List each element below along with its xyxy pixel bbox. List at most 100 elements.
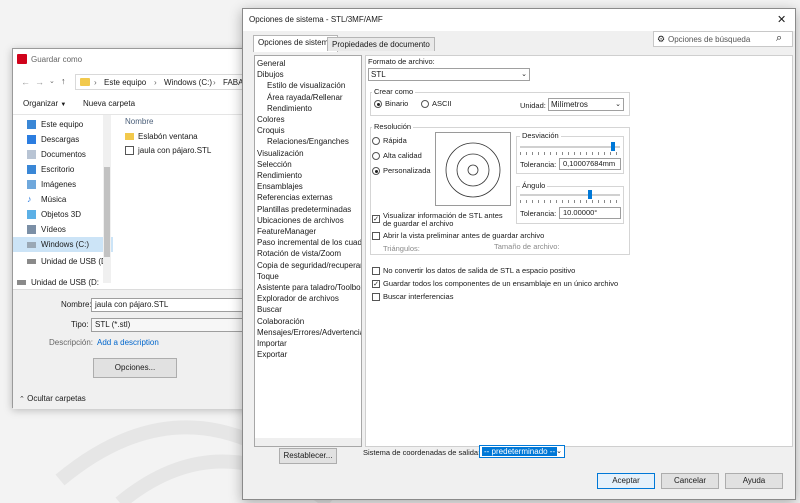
options-category-item[interactable]: Buscar xyxy=(257,304,282,315)
triangles-label: Triángulos: xyxy=(383,244,420,253)
tab-document-properties[interactable]: Propiedades de documento xyxy=(327,37,435,51)
tree-item-music[interactable]: ♪ Música xyxy=(27,192,113,207)
options-search[interactable]: ⚙ Opciones de búsqueda ⌕ xyxy=(653,31,793,47)
search-icon[interactable]: ⌕ xyxy=(776,31,782,45)
options-category-item[interactable]: FeatureManager xyxy=(257,226,316,237)
options-category-item[interactable]: Rotación de vista/Zoom xyxy=(257,248,341,259)
options-category-item[interactable]: Referencias externas xyxy=(257,192,333,203)
organize-button[interactable]: Organizar ▼ xyxy=(23,99,66,108)
system-options-dialog: Opciones de sistema - STL/3MF/AMF ✕ Opci… xyxy=(242,8,796,500)
tree-item-label: Este equipo xyxy=(41,120,84,129)
options-category-item[interactable]: Plantillas predeterminadas xyxy=(257,204,351,215)
options-category-item[interactable]: Ensamblajes xyxy=(257,181,303,192)
tree-item-windows-c[interactable]: Windows (C:) xyxy=(13,237,113,252)
hide-folders-button[interactable]: ⌃ Ocultar carpetas xyxy=(19,394,86,403)
slider-thumb[interactable] xyxy=(588,190,592,199)
resolution-custom-radio[interactable] xyxy=(372,167,380,175)
help-button[interactable]: Ayuda xyxy=(725,473,783,489)
up-arrow-icon[interactable]: ↑ xyxy=(61,76,66,86)
deviation-tolerance-input[interactable]: 0,10007684mm xyxy=(559,158,621,170)
reset-button[interactable]: Restablecer... xyxy=(279,448,337,464)
resolution-label: Resolución xyxy=(372,122,414,132)
organize-label: Organizar xyxy=(23,99,59,108)
options-category-item[interactable]: Dibujos xyxy=(257,69,284,80)
show-stl-info-checkbox[interactable]: ✓ xyxy=(372,215,380,223)
chevron-down-icon: ⌄ xyxy=(615,101,621,108)
tree-item-downloads[interactable]: Descargas xyxy=(27,132,113,147)
new-folder-button[interactable]: Nueva carpeta xyxy=(83,99,135,108)
options-category-item[interactable]: Relaciones/Enganches xyxy=(267,136,349,147)
options-category-item[interactable]: Selección xyxy=(257,159,292,170)
resolution-fast-radio[interactable] xyxy=(372,137,380,145)
tree-item-usb-drive[interactable]: Unidad de USB (D xyxy=(27,254,113,269)
deviation-slider[interactable] xyxy=(520,142,620,155)
options-category-item[interactable]: Área rayada/Rellenar xyxy=(267,92,343,103)
filename-input[interactable]: jaula con pájaro.STL xyxy=(91,298,261,312)
options-category-item[interactable]: Explorador de archivos xyxy=(257,293,339,304)
tree-item-usb-drive-2[interactable]: Unidad de USB (D: xyxy=(17,275,103,290)
options-category-item[interactable]: Copia de seguridad/recuperar xyxy=(257,260,361,271)
tree-scrollbar[interactable] xyxy=(103,115,111,283)
accept-button[interactable]: Aceptar xyxy=(597,473,655,489)
options-category-item[interactable]: Colores xyxy=(257,114,285,125)
binary-radio[interactable] xyxy=(374,100,382,108)
cancel-button[interactable]: Cancelar xyxy=(661,473,719,489)
tree-item-3d-objects[interactable]: Objetos 3D xyxy=(27,207,113,222)
path-segment[interactable]: Windows (C:) xyxy=(164,78,212,87)
deviation-tolerance-label: Tolerancia: xyxy=(520,160,557,169)
angle-tolerance-input[interactable]: 10.00000° xyxy=(559,207,621,219)
options-category-item[interactable]: Visualización xyxy=(257,148,304,159)
command-bar: Organizar ▼ Nueva carpeta xyxy=(13,95,261,115)
options-category-item[interactable]: Colaboración xyxy=(257,316,304,327)
file-item[interactable]: Eslabón ventana xyxy=(125,132,198,141)
options-button[interactable]: Opciones... xyxy=(93,358,177,378)
options-category-item[interactable]: Ubicaciones de archivos xyxy=(257,215,344,226)
options-category-item[interactable]: Rendimiento xyxy=(257,170,302,181)
save-all-components-checkbox[interactable]: ✓ xyxy=(372,280,380,288)
options-category-item[interactable]: Paso incremental de los cuadr xyxy=(257,237,361,248)
forward-arrow-icon[interactable]: → xyxy=(35,77,44,87)
video-icon xyxy=(27,225,36,234)
file-item[interactable]: jaula con pájaro.STL xyxy=(125,146,211,155)
output-coordinate-select[interactable]: -- predeterminado -- ⌄ xyxy=(479,445,565,458)
options-category-item[interactable]: Importar xyxy=(257,338,287,349)
dropdown-arrow-icon[interactable]: ⌄ xyxy=(49,77,55,85)
resolution-high-radio[interactable] xyxy=(372,152,380,160)
options-category-item[interactable]: Rendimiento xyxy=(267,103,312,114)
options-category-item[interactable]: General xyxy=(257,58,285,69)
path-segment[interactable]: Este equipo xyxy=(104,78,146,87)
save-dialog-footer: Nombre: jaula con pájaro.STL Tipo: STL (… xyxy=(13,289,261,409)
tree-item-videos[interactable]: Vídeos xyxy=(27,222,113,237)
slider-thumb[interactable] xyxy=(611,142,615,151)
tree-item-this-pc[interactable]: Este equipo xyxy=(27,117,113,132)
no-convert-checkbox[interactable] xyxy=(372,267,380,275)
unit-select[interactable]: Milímetros ⌄ xyxy=(548,98,624,111)
back-arrow-icon[interactable]: ← xyxy=(21,77,30,87)
options-category-item[interactable]: Estilo de visualización xyxy=(267,80,345,91)
column-header-name[interactable]: Nombre xyxy=(125,117,153,126)
resolution-fast-label: Rápida xyxy=(383,136,407,145)
file-type-select[interactable]: STL (*.stl) xyxy=(91,318,261,332)
tree-item-images[interactable]: Imágenes xyxy=(27,177,113,192)
options-category-item[interactable]: Toque xyxy=(257,271,279,282)
add-description-link[interactable]: Add a description xyxy=(97,338,159,347)
angle-slider[interactable] xyxy=(520,190,620,203)
tree-item-desktop[interactable]: Escritorio xyxy=(27,162,113,177)
chevron-down-icon: ⌄ xyxy=(521,71,527,78)
unit-value: Milímetros xyxy=(551,100,588,109)
options-category-item[interactable]: Asistente para taladro/Toolbox xyxy=(257,282,361,293)
file-item-label: jaula con pájaro.STL xyxy=(138,146,212,155)
options-category-item[interactable]: Croquis xyxy=(257,125,285,136)
ascii-radio[interactable] xyxy=(421,100,429,108)
resolution-high-label: Alta calidad xyxy=(383,151,422,160)
options-category-item[interactable]: Mensajes/Errores/Advertencias xyxy=(257,327,361,338)
tree-item-documents[interactable]: Documentos xyxy=(27,147,113,162)
category-list-scrollbar[interactable] xyxy=(255,438,361,446)
scrollbar-thumb[interactable] xyxy=(104,167,110,257)
preview-checkbox[interactable] xyxy=(372,232,380,240)
check-interference-checkbox[interactable] xyxy=(372,293,380,301)
tab-system-options[interactable]: Opciones de sistema xyxy=(253,35,338,52)
close-icon[interactable]: ✕ xyxy=(777,13,786,26)
file-format-select[interactable]: STL ⌄ xyxy=(368,68,530,81)
options-category-item[interactable]: Exportar xyxy=(257,349,287,360)
